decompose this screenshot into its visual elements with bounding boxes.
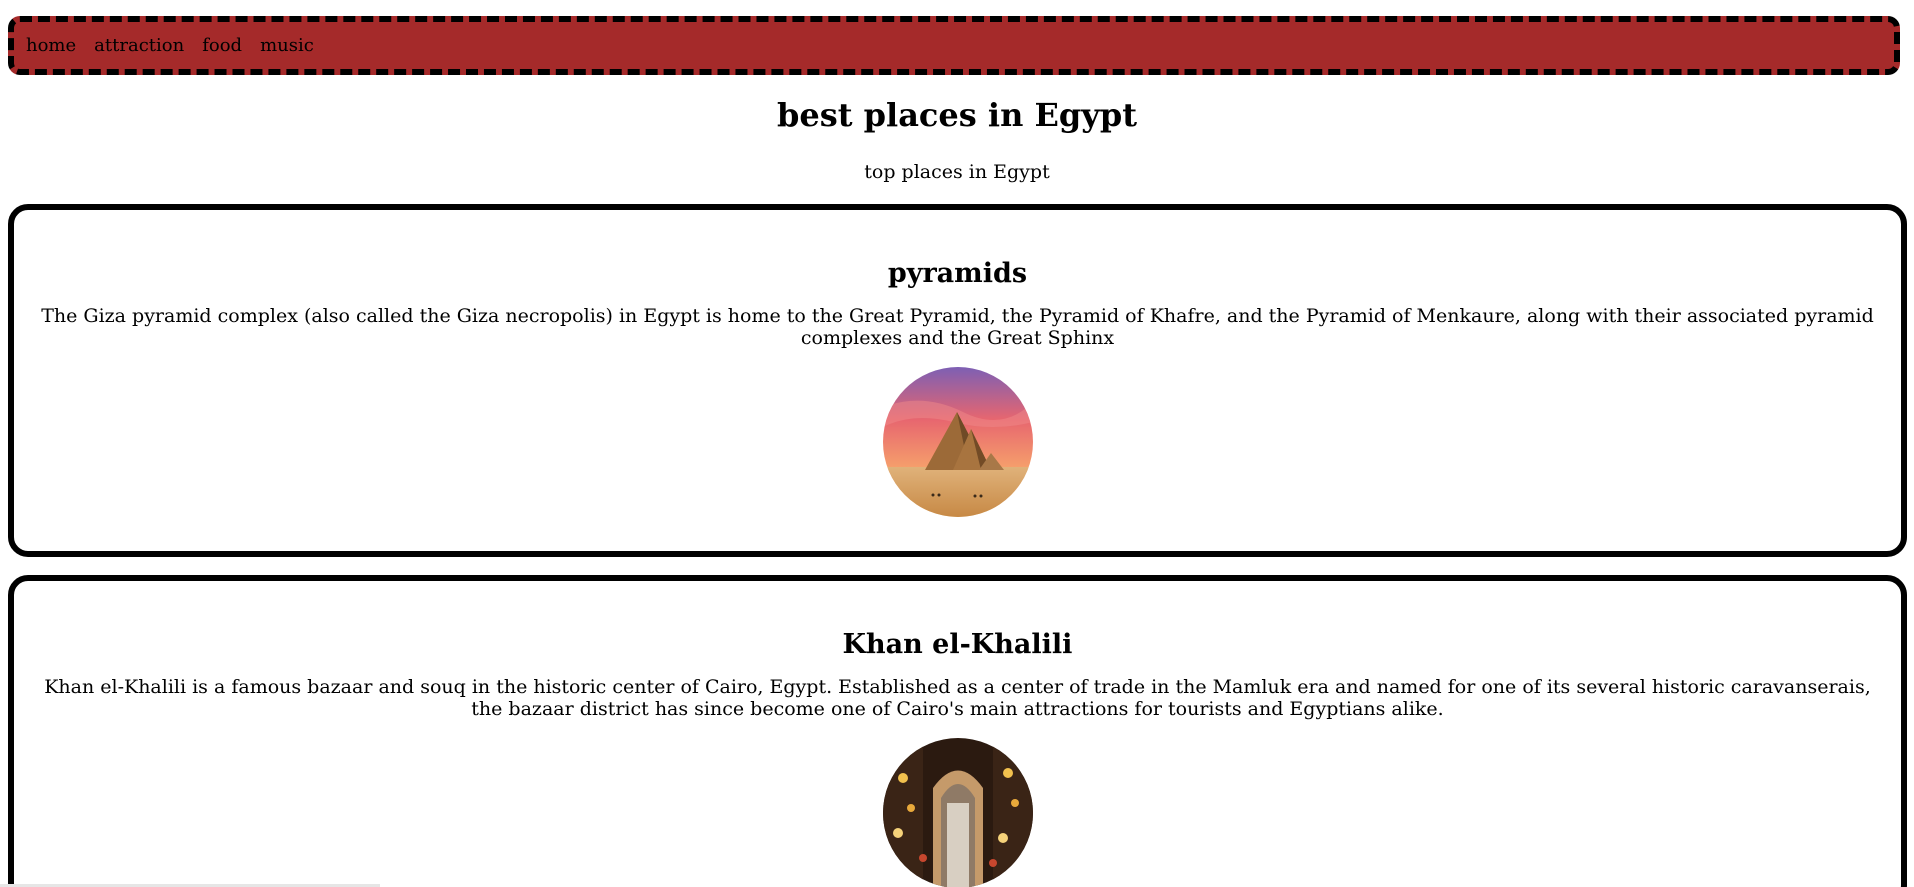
top-navbar: home attraction food music (8, 16, 1900, 75)
place-title: pyramids (887, 258, 1028, 289)
nav-link-home[interactable]: home (26, 35, 76, 56)
bazaar-image (882, 738, 1033, 887)
pyramids-image (882, 367, 1033, 517)
place-title: Khan el-Khalili (842, 629, 1073, 660)
place-description: Khan el-Khalili is a famous bazaar and s… (44, 676, 1871, 720)
page-title: best places in Egypt (776, 96, 1137, 134)
nav-link-music[interactable]: music (260, 35, 314, 56)
nav-link-attraction[interactable]: attraction (94, 35, 184, 56)
place-card-khan-el-khalili: Khan el-Khalili Khan el-Khalili is a fam… (8, 575, 1907, 887)
nav-link-food[interactable]: food (202, 35, 242, 56)
pyramids-photo (882, 367, 1033, 517)
place-description: The Giza pyramid complex (also called th… (41, 305, 1874, 349)
place-card-pyramids: pyramids The Giza pyramid complex (also … (8, 204, 1907, 557)
page: home attraction food music best places i… (0, 0, 1914, 887)
page-subtitle: top places in Egypt (864, 161, 1050, 183)
bazaar-photo (882, 738, 1033, 887)
